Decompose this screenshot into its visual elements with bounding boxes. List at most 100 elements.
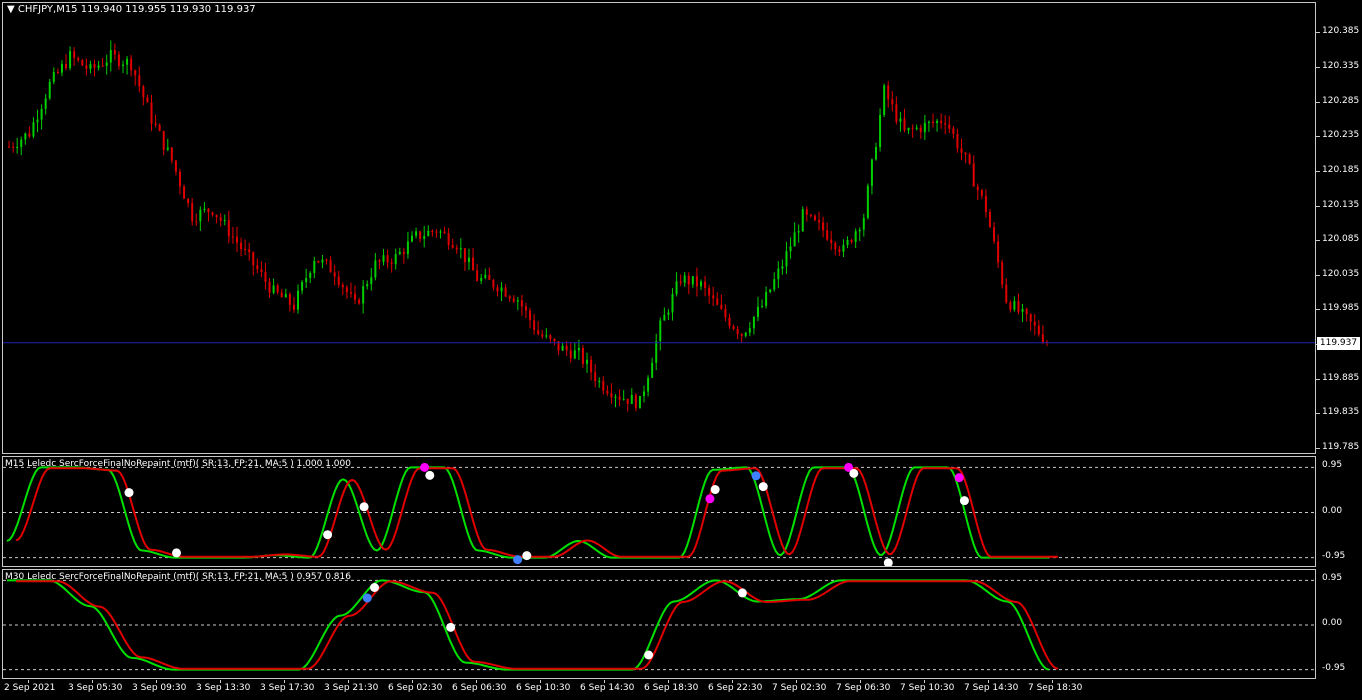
candle-body	[590, 359, 593, 373]
candle-body	[223, 219, 226, 221]
signal-dot	[362, 593, 372, 603]
candle-body	[484, 274, 487, 278]
candle-body	[69, 51, 72, 68]
candle-body	[980, 189, 983, 196]
candle-body	[325, 259, 328, 261]
price-axis[interactable]: 120.385 120.335 120.285 120.235 120.185 120.1…	[1316, 2, 1362, 454]
candle-body	[883, 85, 886, 116]
candle-body	[512, 298, 515, 302]
candle-body	[813, 215, 816, 221]
candle-body	[565, 345, 568, 351]
candle-body	[818, 220, 821, 223]
candle-body	[56, 72, 59, 74]
candle-body	[28, 133, 31, 137]
candle-body	[496, 287, 499, 292]
candle-body	[907, 127, 910, 131]
candle-body	[463, 248, 466, 263]
candle-body	[508, 296, 511, 299]
candle-body	[488, 274, 491, 280]
candle-body	[533, 320, 536, 331]
candle-body	[166, 147, 169, 150]
candle-body	[724, 308, 727, 318]
candle-body	[602, 380, 605, 391]
candle-body	[671, 294, 674, 313]
candle-body	[32, 122, 35, 137]
time-tick-label: 3 Sep 21:30	[324, 683, 379, 693]
candle-body	[1013, 300, 1016, 310]
candle-body	[797, 231, 800, 233]
candle-body	[406, 241, 409, 255]
candle-body	[60, 63, 63, 73]
candle-body	[736, 328, 739, 335]
candle-body	[382, 255, 385, 262]
candle-body	[663, 314, 666, 321]
candle-body	[675, 281, 678, 295]
candle-body	[240, 242, 243, 249]
indicator1-chart[interactable]	[3, 457, 1315, 566]
candle-body	[313, 260, 316, 273]
candle-body	[374, 260, 377, 278]
candle-body	[911, 127, 914, 129]
candle-body	[244, 248, 247, 250]
indicator2-title: M30 Leledc SercForceFinalNoRepaint (mtf)…	[5, 572, 351, 582]
candle-body	[52, 72, 55, 82]
candle-body	[773, 279, 776, 290]
time-tick-label: 2 Sep 2021	[4, 683, 56, 693]
level-label: -0.95	[1322, 550, 1346, 561]
signal-dot	[369, 583, 379, 593]
main-chart-pane[interactable]: ▼ CHFJPY,M15 119.940 119.955 119.930 119…	[2, 2, 1316, 454]
candle-body	[960, 148, 963, 153]
candle-body	[879, 115, 882, 148]
candle-body	[378, 260, 381, 262]
candle-body	[195, 221, 198, 223]
candle-body	[333, 272, 336, 277]
candle-body	[219, 217, 222, 221]
candle-body	[891, 99, 894, 105]
candle-body	[174, 160, 177, 172]
candle-body	[117, 54, 120, 66]
candle-body	[252, 252, 255, 266]
candle-body	[643, 391, 646, 397]
candle-body	[756, 306, 759, 317]
time-tick-label: 6 Sep 18:30	[644, 683, 699, 693]
candle-body	[292, 304, 295, 310]
candle-body	[805, 209, 808, 215]
candle-body	[36, 119, 39, 123]
level-label: -0.95	[1322, 662, 1346, 673]
price-chart[interactable]	[3, 3, 1315, 453]
indicator2-chart[interactable]	[3, 570, 1315, 678]
candle-body	[8, 146, 11, 148]
candle-body	[20, 139, 23, 147]
candle-body	[256, 265, 259, 270]
candle-body	[480, 277, 483, 281]
indicator1-pane[interactable]: M15 Leledc SercForceFinalNoRepaint (mtf)…	[2, 456, 1316, 567]
price-tick-mark	[1316, 101, 1320, 103]
candle-body	[301, 282, 304, 291]
candle-body	[93, 64, 96, 68]
candle-body	[923, 122, 926, 133]
candle-body	[309, 272, 312, 279]
candle-body	[553, 338, 556, 342]
candle-body	[349, 292, 352, 294]
candle-body	[366, 284, 369, 287]
time-tick-label: 7 Sep 14:30	[964, 683, 1019, 693]
candle-body	[801, 209, 804, 232]
candle-body	[467, 257, 470, 263]
time-axis[interactable]: 2 Sep 2021 3 Sep 05:30 3 Sep 09:30 3 Sep 13…	[0, 680, 1362, 700]
candle-body	[142, 86, 145, 98]
candle-body	[846, 239, 849, 245]
chart-menu-icon[interactable]: ▼	[7, 4, 15, 15]
indicator2-pane[interactable]: M30 Leledc SercForceFinalNoRepaint (mtf)…	[2, 569, 1316, 679]
candle-body	[81, 59, 84, 66]
candle-body	[903, 118, 906, 131]
time-tick-label: 6 Sep 14:30	[580, 683, 635, 693]
signal-dot	[522, 551, 532, 561]
level-label: 0.00	[1322, 505, 1343, 516]
candle-body	[614, 396, 617, 398]
candle-body	[305, 278, 308, 283]
candle-body	[781, 266, 784, 269]
candle-body	[785, 251, 788, 267]
candle-body	[288, 294, 291, 305]
signal-dot	[172, 548, 182, 558]
time-tick-label: 7 Sep 06:30	[836, 683, 891, 693]
